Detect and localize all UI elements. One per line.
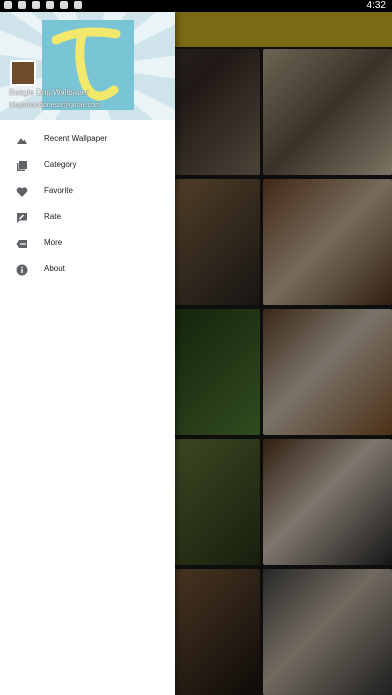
menu-item-label: About — [44, 264, 65, 273]
landscape-icon — [17, 138, 27, 144]
menu-item-category[interactable]: Category — [0, 154, 175, 180]
more-dots-icon — [16, 240, 27, 248]
heart-icon — [16, 187, 28, 197]
menu-item-label: Favorite — [44, 186, 73, 195]
status-time: 4:32 — [366, 0, 386, 11]
wallpaper-thumbnail[interactable] — [263, 569, 392, 695]
menu-item-label: Category — [44, 160, 77, 169]
drawer-email: bitayasandonesa@gmail.com — [9, 102, 101, 109]
avatar — [10, 60, 36, 86]
notification-icon — [18, 1, 26, 9]
menu-item-label: Rate — [44, 212, 61, 221]
notification-icon — [60, 1, 68, 9]
rate-review-icon — [17, 213, 27, 223]
menu-item-favorite[interactable]: Favorite — [0, 180, 175, 206]
status-bar: 4:32 — [0, 0, 392, 12]
notification-icons — [4, 1, 82, 9]
notification-icon — [74, 1, 82, 9]
wallpaper-thumbnail[interactable] — [263, 309, 392, 435]
drawer-menu: Recent Wallpaper Category Favorite Rate … — [0, 128, 175, 284]
menu-item-rate[interactable]: Rate — [0, 206, 175, 232]
menu-item-more[interactable]: More — [0, 232, 175, 258]
menu-item-label: More — [44, 238, 63, 247]
drawer-app-name: Beagle Dog Wallpaper — [9, 88, 89, 97]
notification-icon — [4, 1, 12, 9]
wallpaper-thumbnail[interactable] — [263, 49, 392, 175]
collections-icon — [17, 161, 27, 171]
notification-icon — [32, 1, 40, 9]
wallpaper-thumbnail[interactable] — [263, 439, 392, 565]
notification-icon — [46, 1, 54, 9]
menu-item-recent-wallpaper[interactable]: Recent Wallpaper — [0, 128, 175, 154]
navigation-drawer: Beagle Dog Wallpaper bitayasandonesa@gma… — [0, 12, 175, 695]
drawer-header: Beagle Dog Wallpaper bitayasandonesa@gma… — [0, 12, 175, 120]
menu-item-label: Recent Wallpaper — [44, 134, 108, 143]
menu-item-about[interactable]: About — [0, 258, 175, 284]
info-icon — [16, 264, 28, 276]
wallpaper-thumbnail[interactable] — [263, 179, 392, 305]
